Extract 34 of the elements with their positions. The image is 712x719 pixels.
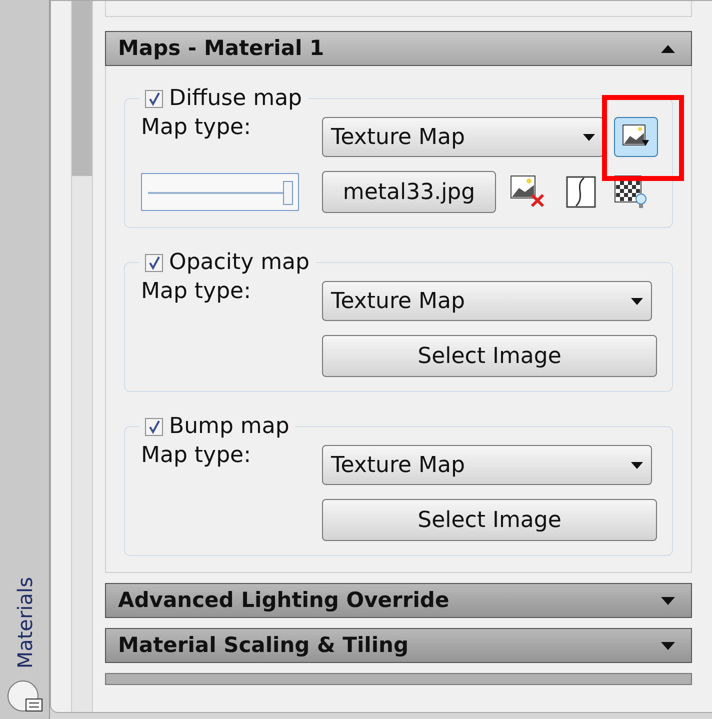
curve-icon[interactable] (566, 176, 596, 208)
map-label: Opacity map (169, 249, 310, 277)
remove-image-icon[interactable] (510, 175, 546, 209)
expand-caret-icon (661, 596, 675, 604)
map-type-dropdown[interactable]: Texture Map (322, 281, 652, 321)
slider[interactable] (141, 173, 299, 211)
expand-caret-icon (661, 642, 675, 650)
slider-thumb[interactable] (282, 181, 293, 205)
section-header[interactable]: Material Scaling & Tiling (105, 628, 692, 663)
collapse-caret-icon (661, 44, 675, 52)
file-button[interactable]: metal33.jpg (322, 171, 496, 213)
checker-bulb-icon[interactable] (614, 175, 648, 209)
materials-icon (6, 679, 44, 713)
checkbox[interactable] (145, 90, 163, 108)
checkbox[interactable] (145, 254, 163, 272)
map-label: Bump map (169, 413, 290, 441)
select-image-button[interactable]: Select Image (322, 335, 657, 377)
side-tab-label: Materials (12, 577, 38, 669)
dropdown-caret-icon (631, 298, 643, 304)
map-label: Diffuse map (169, 85, 302, 113)
map-type-label: Map type: (141, 442, 252, 470)
map-type-label: Map type: (141, 278, 252, 306)
load-image-button[interactable] (614, 117, 658, 157)
map-type-dropdown[interactable]: Texture Map (322, 445, 652, 485)
scrollbar[interactable] (71, 1, 93, 712)
map-type-dropdown[interactable]: Texture Map (322, 117, 604, 157)
checkbox[interactable] (145, 418, 163, 436)
side-tab[interactable]: Materials (0, 0, 50, 719)
select-image-button[interactable]: Select Image (322, 499, 657, 541)
section-header[interactable]: Maps - Material 1 (105, 31, 692, 66)
map-type-label: Map type: (141, 114, 252, 142)
dropdown-caret-icon (631, 462, 643, 468)
section-header[interactable]: Advanced Lighting Override (105, 583, 692, 618)
dropdown-caret-icon (583, 134, 595, 140)
